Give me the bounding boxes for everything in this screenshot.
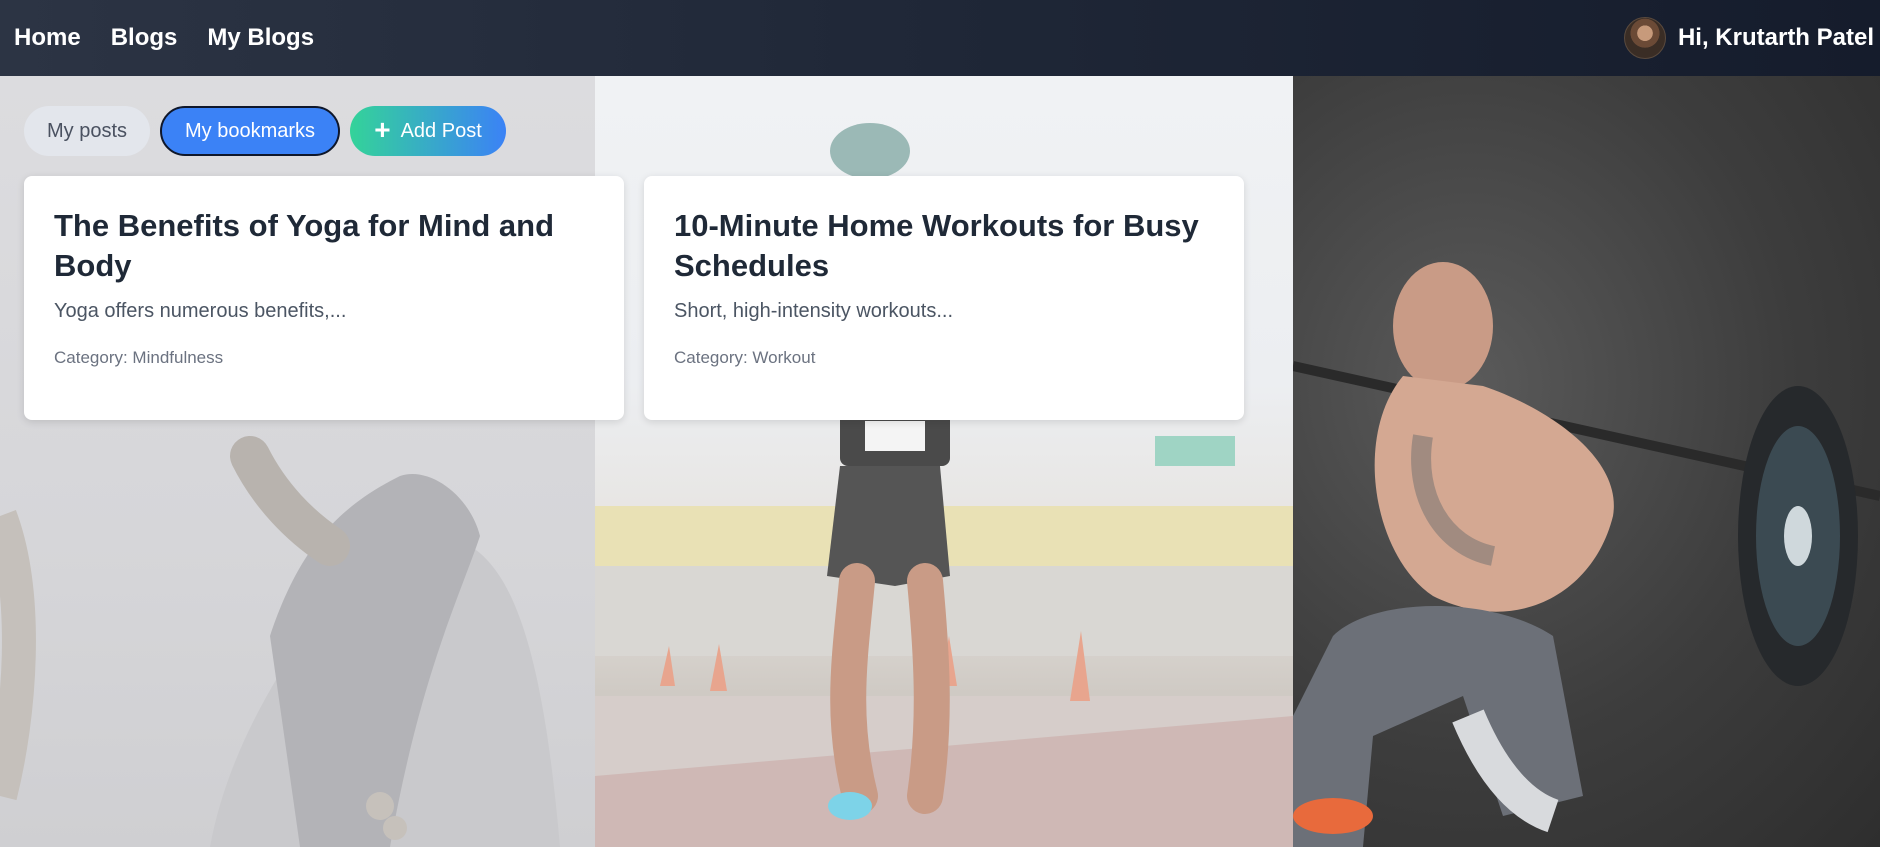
plus-icon: + bbox=[374, 114, 391, 145]
post-category: Category: Workout bbox=[674, 348, 816, 367]
post-card[interactable]: 10-Minute Home Workouts for Busy Schedul… bbox=[644, 176, 1244, 420]
nav-links: Home Blogs My Blogs bbox=[14, 0, 314, 76]
add-post-label: Add Post bbox=[400, 119, 482, 142]
my-bookmarks-button[interactable]: My bookmarks bbox=[160, 106, 340, 156]
add-post-button[interactable]: + Add Post bbox=[350, 106, 506, 156]
nav-link-my-blogs[interactable]: My Blogs bbox=[207, 24, 314, 52]
post-card[interactable]: The Benefits of Yoga for Mind and Body Y… bbox=[24, 176, 624, 420]
user-greeting[interactable]: Hi, Krutarth Patel bbox=[1678, 24, 1874, 52]
post-excerpt: Short, high-intensity workouts... bbox=[674, 300, 954, 322]
weightlifter-background-image bbox=[1293, 76, 1880, 847]
my-posts-button[interactable]: My posts bbox=[24, 106, 150, 156]
post-category: Category: Mindfulness bbox=[54, 348, 224, 367]
post-title[interactable]: 10-Minute Home Workouts for Busy Schedul… bbox=[674, 206, 1214, 286]
nav-link-home[interactable]: Home bbox=[14, 24, 81, 52]
user-avatar[interactable] bbox=[1623, 17, 1666, 59]
top-navbar: Home Blogs My Blogs Hi, Krutarth Patel bbox=[0, 0, 1880, 76]
user-menu[interactable]: Hi, Krutarth Patel bbox=[1623, 0, 1880, 76]
nav-link-blogs[interactable]: Blogs bbox=[111, 24, 178, 52]
post-title[interactable]: The Benefits of Yoga for Mind and Body bbox=[54, 206, 594, 286]
weightlifter-illustration bbox=[1293, 262, 1880, 847]
post-controls: My posts My bookmarks + Add Post bbox=[24, 106, 506, 156]
post-excerpt: Yoga offers numerous benefits,... bbox=[54, 300, 347, 322]
